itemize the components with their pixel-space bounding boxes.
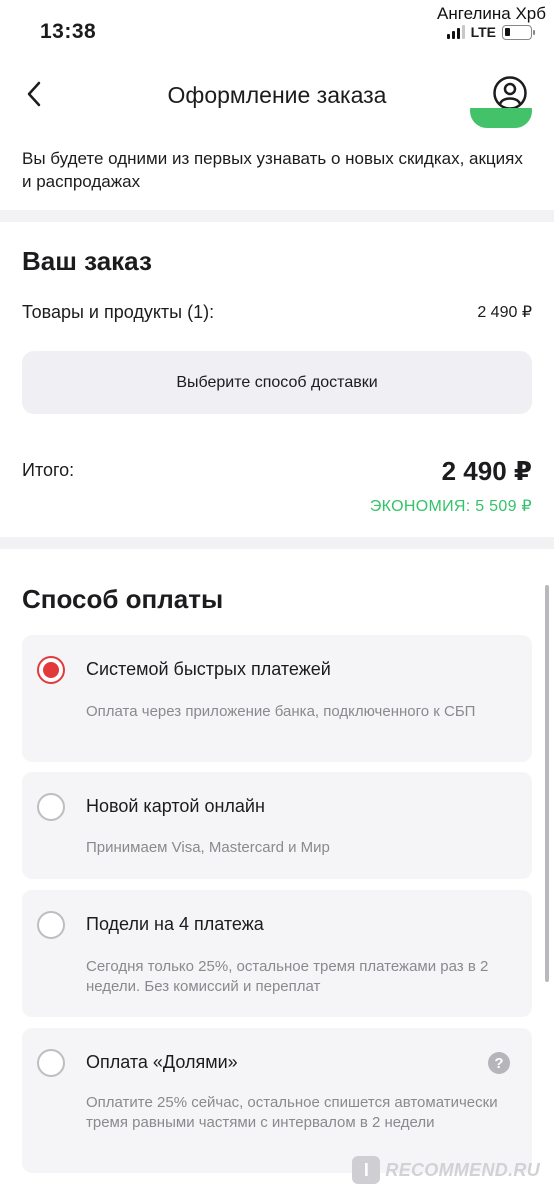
network-type: LTE — [470, 24, 496, 40]
payment-option-description: Сегодня только 25%, остальное тремя плат… — [86, 958, 489, 995]
payment-option-dolyami[interactable]: Оплата «Долями» ? Оплатите 25% сейчас, о… — [22, 1028, 532, 1173]
watermark-text: RECOMMEND.RU — [385, 1159, 540, 1180]
signal-icon — [446, 25, 465, 39]
help-icon[interactable]: ? — [488, 1052, 510, 1074]
payment-option-title: Системой быстрых платежей — [86, 659, 331, 679]
order-items-price: 2 490 ₽ — [477, 304, 532, 321]
payment-option-sbp[interactable]: Системой быстрых платежей Оплата через п… — [22, 635, 532, 762]
order-title: Ваш заказ — [22, 246, 152, 276]
payment-option-description: Принимаем Visa, Mastercard и Мир — [86, 839, 330, 856]
radio-selected[interactable] — [37, 656, 65, 684]
battery-level — [505, 27, 510, 36]
user-circle-icon — [493, 76, 527, 110]
payment-option-card[interactable]: Новой картой онлайн Принимаем Visa, Mast… — [22, 772, 532, 879]
total-value: 2 490 ₽ — [441, 456, 532, 486]
checkout-screen: 13:38 Ангелина Хрб LTE Оформление заказа — [0, 0, 554, 1200]
subscribe-description: Вы будете одними из первых узнавать о но… — [22, 149, 523, 191]
battery-icon — [502, 24, 535, 40]
profile-button[interactable] — [492, 75, 528, 111]
order-items-row: Товары и продукты (1): 2 490 ₽ — [22, 302, 532, 323]
economy-badge: ЭКОНОМИЯ: 5 509 ₽ — [369, 498, 532, 515]
payment-option-description: Оплатите 25% сейчас, остальное спишется … — [86, 1094, 498, 1131]
radio-unselected[interactable] — [37, 793, 65, 821]
status-bar: 13:38 Ангелина Хрб LTE — [0, 0, 554, 60]
page-title: Оформление заказа — [167, 82, 387, 108]
payment-option-split-4[interactable]: Подели на 4 платежа Сегодня только 25%, … — [22, 890, 532, 1017]
total-label: Итого: — [22, 460, 75, 480]
subscribe-toggle[interactable] — [470, 108, 532, 128]
payment-option-title: Оплата «Долями» — [86, 1052, 238, 1072]
scrollbar[interactable] — [545, 585, 549, 982]
radio-unselected[interactable] — [37, 911, 65, 939]
radio-unselected[interactable] — [37, 1049, 65, 1077]
section-divider — [0, 537, 554, 549]
watermark: I RECOMMEND.RU — [352, 1156, 540, 1184]
section-divider — [0, 210, 554, 222]
status-user-name: Ангелина Хрб — [437, 4, 546, 23]
payment-option-description: Оплата через приложение банка, подключен… — [86, 703, 476, 720]
select-delivery-button[interactable]: Выберите способ доставки — [22, 351, 532, 414]
status-indicators: LTE — [446, 24, 535, 40]
payment-option-title: Подели на 4 платежа — [86, 914, 264, 934]
watermark-logo: I — [352, 1156, 381, 1184]
order-items-label: Товары и продукты (1): — [22, 302, 215, 322]
status-time: 13:38 — [40, 20, 97, 43]
payment-title: Способ оплаты — [22, 584, 224, 614]
payment-option-title: Новой картой онлайн — [86, 796, 265, 816]
